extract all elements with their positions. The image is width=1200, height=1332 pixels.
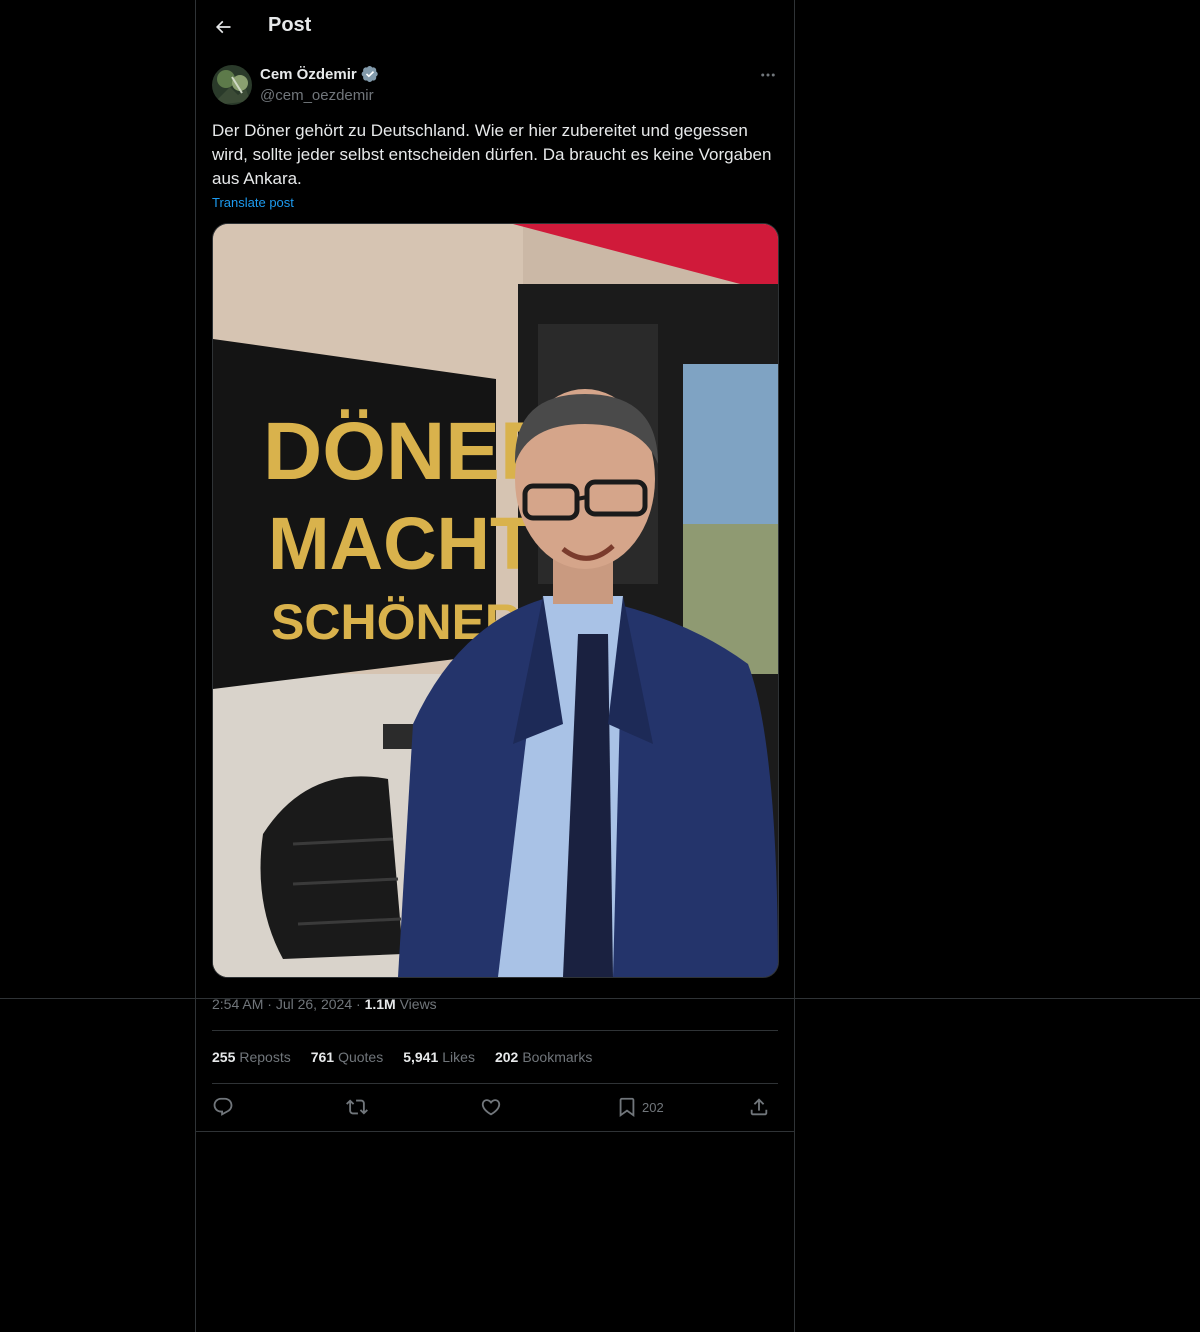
sign-line-1: DÖNER — [263, 406, 559, 497]
divider — [212, 1083, 778, 1084]
more-icon — [761, 73, 775, 77]
divider — [212, 1030, 778, 1031]
translate-link[interactable]: Translate post — [212, 195, 294, 210]
post-stats: 255 Reposts 761 Quotes 5,941 Likes 202 Bookm… — [212, 1049, 592, 1065]
post-photo: DÖNER MACHT SCHÖNER — [213, 224, 778, 977]
reply-button[interactable] — [212, 1096, 234, 1118]
verified-icon — [361, 65, 378, 83]
reply-icon — [213, 1097, 233, 1116]
divider — [196, 1131, 794, 1132]
back-arrow-icon — [215, 20, 231, 34]
share-icon — [750, 1098, 768, 1116]
action-bar: 202 — [212, 1096, 778, 1118]
repost-icon — [346, 1099, 368, 1115]
likes-stat[interactable]: 5,941 Likes — [403, 1049, 475, 1065]
overlay-divider — [0, 998, 1200, 999]
post-image[interactable]: DÖNER MACHT SCHÖNER — [212, 223, 779, 978]
bookmark-button[interactable]: 202 — [616, 1096, 664, 1118]
page-title: Post — [268, 14, 312, 36]
avatar[interactable] — [212, 65, 252, 105]
quotes-stat[interactable]: 761 Quotes — [311, 1049, 384, 1065]
header: Post — [196, 0, 794, 53]
share-button[interactable] — [748, 1096, 770, 1118]
more-button[interactable] — [755, 64, 781, 86]
author-handle[interactable]: @cem_oezdemir — [260, 87, 374, 104]
reposts-stat[interactable]: 255 Reposts — [212, 1049, 291, 1065]
bookmark-count: 202 — [642, 1099, 664, 1115]
back-button[interactable] — [204, 8, 242, 46]
bookmarks-stat[interactable]: 202 Bookmarks — [495, 1049, 592, 1065]
post-column: Post Cem Özdemir @cem_oezdemir Der Döner… — [195, 0, 795, 1332]
author-name-label: Cem Özdemir — [260, 65, 357, 83]
post-text: Der Döner gehört zu Deutschland. Wie er … — [212, 121, 772, 188]
bookmark-icon — [619, 1097, 635, 1118]
like-icon — [481, 1099, 501, 1116]
author-name[interactable]: Cem Özdemir — [260, 65, 379, 83]
like-button[interactable] — [480, 1096, 502, 1118]
repost-button[interactable] — [346, 1096, 368, 1118]
sign-line-2: MACHT — [268, 502, 535, 585]
